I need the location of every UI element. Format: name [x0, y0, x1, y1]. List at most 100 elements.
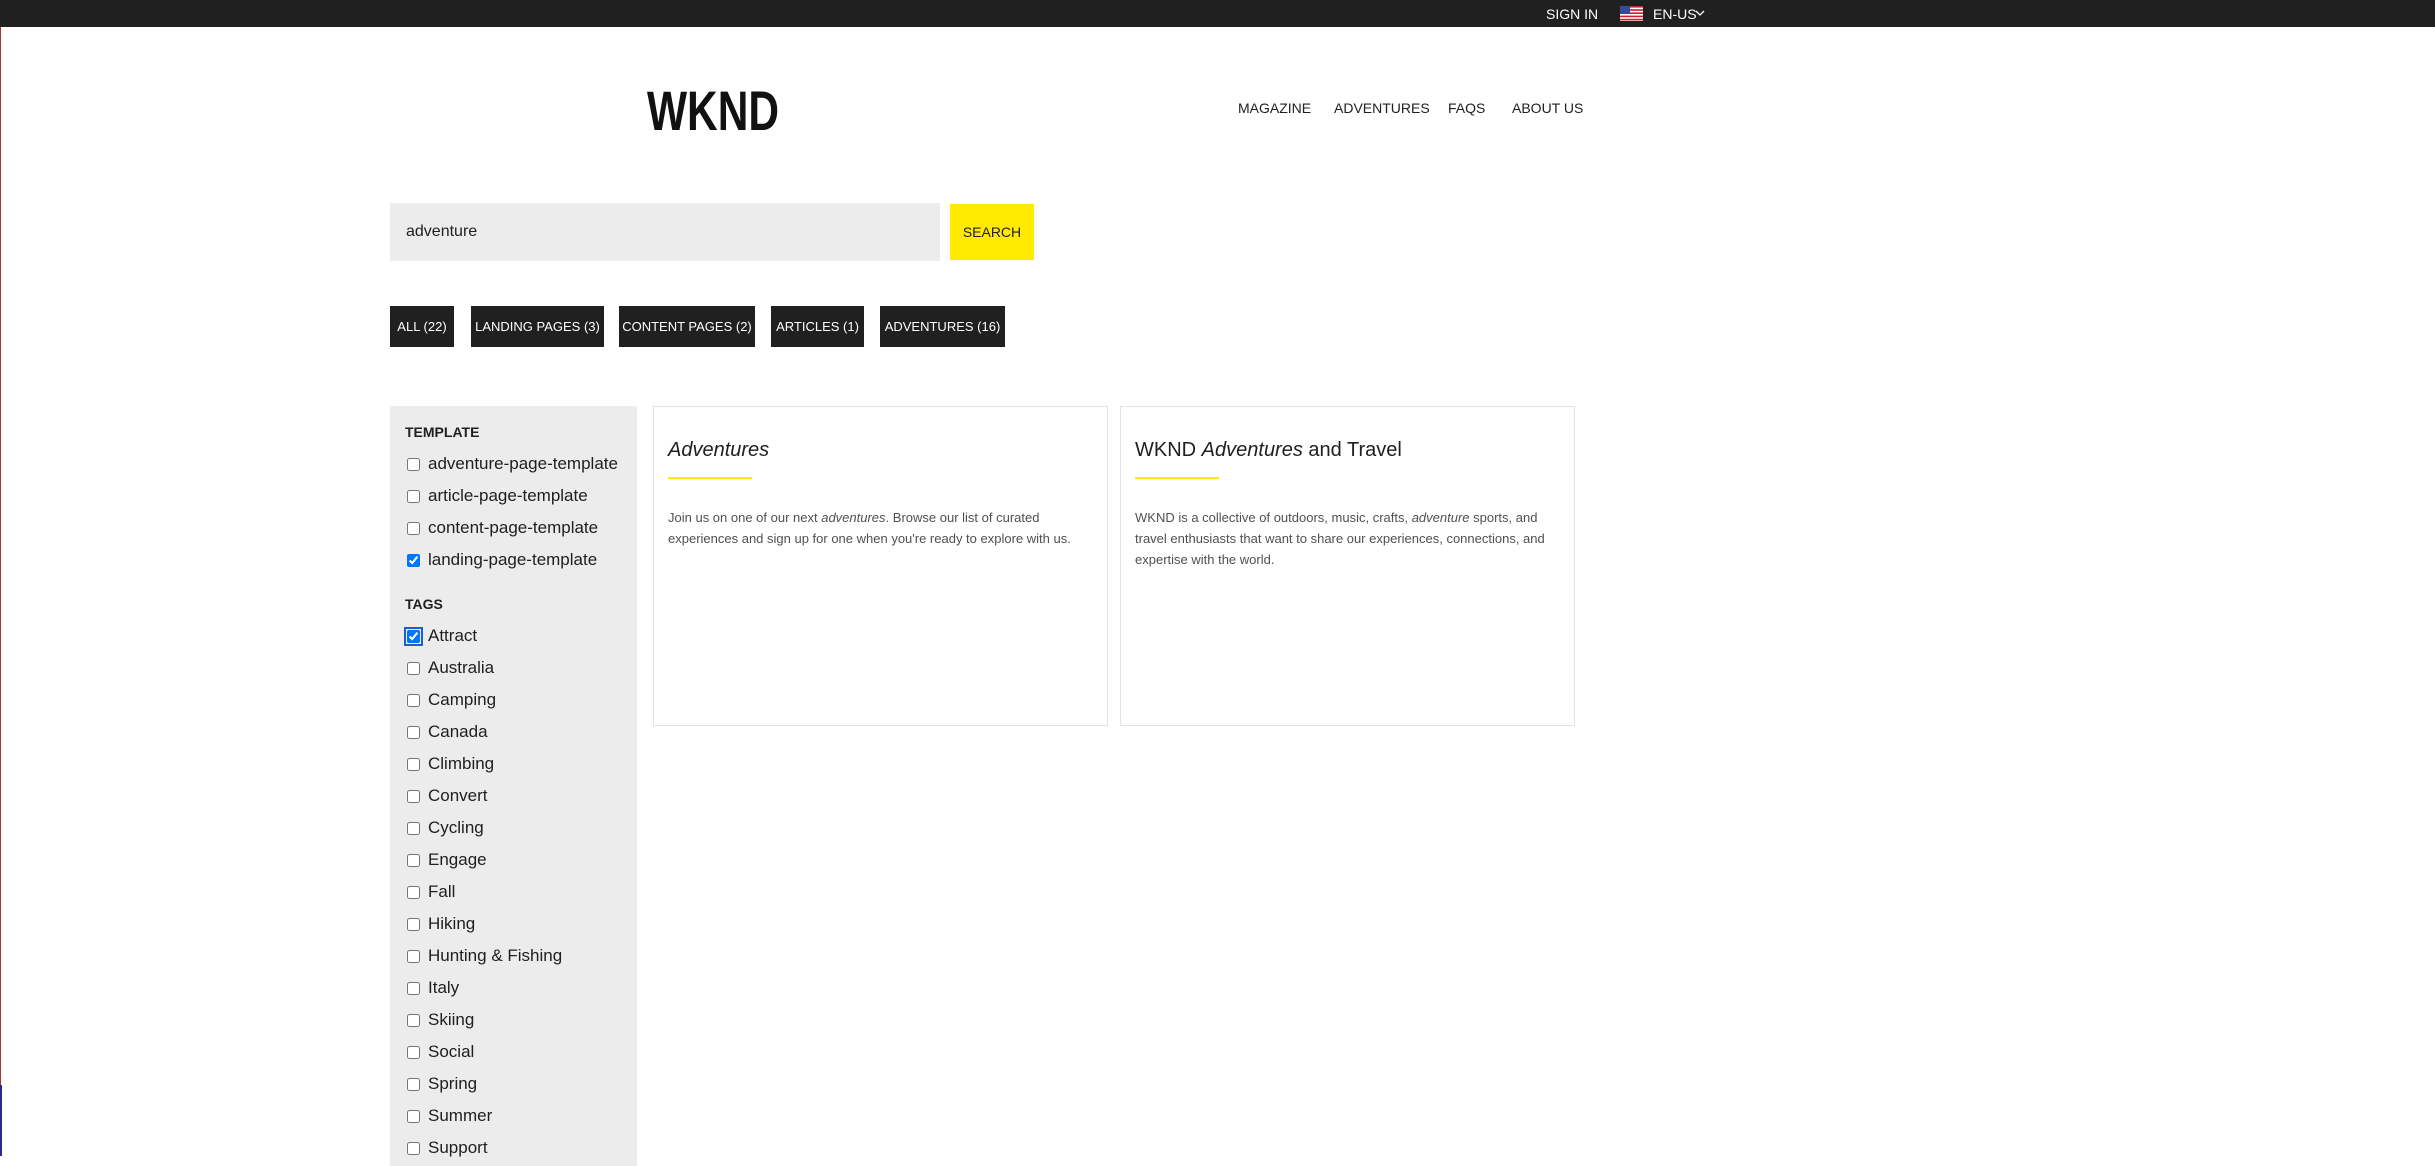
result-card-description: WKND is a collective of outdoors, music,… — [1135, 507, 1555, 570]
facet-option[interactable]: Spring — [405, 1073, 477, 1095]
title-text: and Travel — [1302, 439, 1402, 461]
wknd-logo[interactable]: WKND — [647, 80, 779, 136]
us-flag-icon — [1620, 6, 1643, 21]
facet-option-label[interactable]: Hiking — [428, 914, 475, 934]
facet-option-label[interactable]: Convert — [428, 786, 488, 806]
facet-checkbox[interactable] — [407, 821, 420, 835]
facet-checkbox[interactable] — [407, 1045, 420, 1059]
facet-checkbox[interactable] — [407, 1141, 420, 1155]
facet-option-label[interactable]: Italy — [428, 978, 459, 998]
facet-option-label[interactable]: Climbing — [428, 754, 494, 774]
title-underline — [1135, 477, 1219, 479]
facet-option-label[interactable]: adventure-page-template — [428, 454, 618, 474]
facet-checkbox[interactable] — [407, 1077, 420, 1091]
facet-checkbox[interactable] — [407, 553, 420, 567]
facet-option[interactable]: Skiing — [405, 1009, 474, 1031]
tab-articles[interactable]: ARTICLES (1) — [771, 306, 864, 347]
facet-checkbox[interactable] — [407, 521, 420, 535]
search-button[interactable]: SEARCH — [950, 204, 1034, 260]
title-highlight: Adventures — [668, 439, 770, 461]
result-card-wknd-adventures-travel[interactable]: WKND Adventures and Travel WKND is a col… — [1120, 406, 1575, 726]
facet-option-label[interactable]: Cycling — [428, 818, 484, 838]
facet-checkbox[interactable] — [407, 1109, 420, 1123]
facet-option-label[interactable]: Spring — [428, 1074, 477, 1094]
facet-option[interactable]: Fall — [405, 881, 455, 903]
facet-option-label[interactable]: Fall — [428, 882, 455, 902]
facet-option[interactable]: content-page-template — [405, 517, 598, 539]
language-selector[interactable]: EN-US — [1653, 3, 1697, 25]
facet-option[interactable]: Camping — [405, 689, 496, 711]
facet-checkbox[interactable] — [407, 789, 420, 803]
sign-in-link[interactable]: SIGN IN — [1546, 3, 1598, 25]
facet-option[interactable]: Canada — [405, 721, 488, 743]
facet-checkbox[interactable] — [407, 457, 420, 471]
facet-heading-template: TEMPLATE — [405, 424, 480, 440]
desc-text: Join us on one of our next — [668, 510, 822, 525]
desc-text: WKND is a collective of outdoors, music,… — [1135, 510, 1412, 525]
facet-option-label[interactable]: Engage — [428, 850, 487, 870]
tab-content-pages[interactable]: CONTENT PAGES (2) — [619, 306, 755, 347]
facet-option[interactable]: Social — [405, 1041, 474, 1063]
facet-option-label[interactable]: Support — [428, 1138, 488, 1158]
facet-option-label[interactable]: Summer — [428, 1106, 492, 1126]
facet-option[interactable]: Cycling — [405, 817, 484, 839]
tab-landing-pages[interactable]: LANDING PAGES (3) — [471, 306, 604, 347]
facet-checkbox[interactable] — [404, 626, 423, 646]
nav-adventures[interactable]: ADVENTURES — [1334, 98, 1430, 118]
facet-option-label[interactable]: Social — [428, 1042, 474, 1062]
facet-option[interactable]: Climbing — [405, 753, 494, 775]
result-card-title[interactable]: Adventures — [668, 439, 769, 462]
desc-highlight: adventure — [1411, 510, 1470, 525]
nav-magazine[interactable]: MAGAZINE — [1238, 98, 1311, 118]
facet-checkbox[interactable] — [407, 489, 420, 503]
facet-option[interactable]: Australia — [405, 657, 494, 679]
result-card-adventures[interactable]: Adventures Join us on one of our next ad… — [653, 406, 1108, 726]
chevron-down-icon[interactable] — [1695, 8, 1705, 18]
facet-checkbox[interactable] — [407, 1013, 420, 1027]
facet-checkbox[interactable] — [407, 693, 420, 707]
search-input[interactable] — [390, 203, 940, 261]
facet-checkbox[interactable] — [407, 885, 420, 899]
window-edge — [0, 0, 1, 1156]
facet-option[interactable]: article-page-template — [405, 485, 588, 507]
facet-option[interactable]: Summer — [405, 1105, 492, 1127]
tab-all[interactable]: ALL (22) — [390, 306, 454, 347]
tab-adventures[interactable]: ADVENTURES (16) — [880, 306, 1005, 347]
facet-checkbox[interactable] — [407, 757, 420, 771]
facet-option-label[interactable]: Australia — [428, 658, 494, 678]
top-utility-bar: SIGN IN EN-US — [0, 0, 2435, 27]
facet-checkbox[interactable] — [407, 853, 420, 867]
nav-about-us[interactable]: ABOUT US — [1512, 98, 1583, 118]
facet-option-label[interactable]: Attract — [428, 626, 477, 646]
result-card-description: Join us on one of our next adventures. B… — [668, 507, 1088, 549]
facet-checkbox[interactable] — [407, 661, 420, 675]
facet-option-label[interactable]: landing-page-template — [428, 550, 597, 570]
facet-option[interactable]: Convert — [405, 785, 488, 807]
facet-option-label[interactable]: Camping — [428, 690, 496, 710]
facet-sidebar: TEMPLATE adventure-page-template article… — [390, 406, 637, 1166]
title-text: WKND — [1135, 439, 1202, 461]
svg-text:WKND: WKND — [647, 80, 779, 136]
facet-option-label[interactable]: content-page-template — [428, 518, 598, 538]
facet-checkbox[interactable] — [407, 917, 420, 931]
facet-option-label[interactable]: Skiing — [428, 1010, 474, 1030]
window-edge-accent — [0, 1085, 2, 1156]
facet-option[interactable]: landing-page-template — [405, 549, 597, 571]
facet-option-label[interactable]: Hunting & Fishing — [428, 946, 562, 966]
facet-option-label[interactable]: article-page-template — [428, 486, 588, 506]
facet-option[interactable]: Hiking — [405, 913, 475, 935]
facet-checkbox[interactable] — [407, 981, 420, 995]
facet-checkbox[interactable] — [407, 725, 420, 739]
title-highlight: Adventures — [1201, 439, 1303, 461]
facet-heading-tags: TAGS — [405, 596, 443, 612]
facet-option[interactable]: Engage — [405, 849, 487, 871]
facet-checkbox[interactable] — [407, 949, 420, 963]
facet-option[interactable]: Italy — [405, 977, 459, 999]
desc-highlight: adventures — [821, 510, 886, 525]
facet-option[interactable]: Hunting & Fishing — [405, 945, 562, 967]
facet-option[interactable]: adventure-page-template — [405, 453, 618, 475]
nav-faqs[interactable]: FAQS — [1448, 98, 1485, 118]
facet-option-label[interactable]: Canada — [428, 722, 488, 742]
result-card-title[interactable]: WKND Adventures and Travel — [1135, 439, 1402, 462]
facet-option[interactable]: Attract — [404, 625, 477, 647]
